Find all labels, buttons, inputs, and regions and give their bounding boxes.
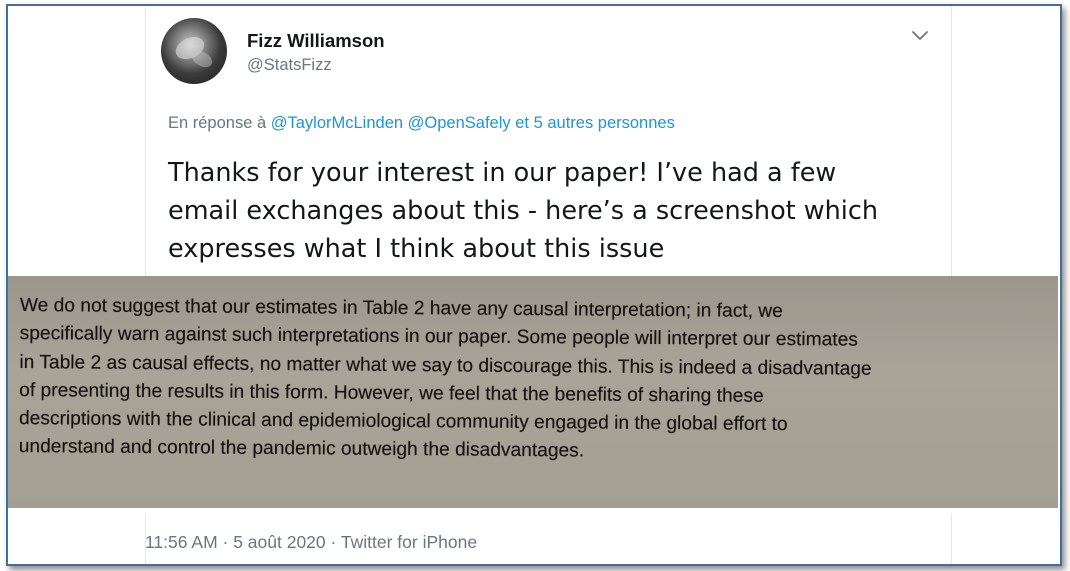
mention-link[interactable]: @OpenSafely [408, 114, 511, 132]
meta-separator: · [325, 532, 341, 552]
reply-prefix: En réponse à [168, 114, 267, 132]
timestamp-link[interactable]: 11:56 AM [145, 532, 218, 552]
column-divider [145, 6, 146, 282]
tweet-line: expresses what I think about this issue [168, 234, 665, 264]
column-divider [951, 6, 952, 282]
date-link[interactable]: 5 août 2020 [233, 532, 325, 552]
tweet-text: Thanks for your interest in our paper! I… [168, 154, 948, 268]
author-handle[interactable]: @StatsFizz [247, 56, 332, 75]
attached-photo[interactable]: We do not suggest that our estimates in … [8, 276, 1058, 508]
mention-link[interactable]: @TaylorMcLinden [271, 114, 403, 132]
avatar[interactable] [161, 18, 227, 84]
source-link[interactable]: Twitter for iPhone [341, 532, 477, 552]
others-link[interactable]: et 5 autres personnes [515, 114, 675, 132]
tweet-line: email exchanges about this - here’s a sc… [168, 196, 879, 226]
reply-context: En réponse à @TaylorMcLinden @OpenSafely… [168, 114, 675, 133]
photo-text: We do not suggest that our estimates in … [19, 292, 1050, 470]
tweet-meta: 11:56 AM · 5 août 2020 · Twitter for iPh… [145, 532, 477, 553]
chevron-down-icon[interactable] [910, 28, 930, 42]
author-name[interactable]: Fizz Williamson [247, 30, 385, 52]
column-divider [951, 514, 952, 564]
tweet-line: Thanks for your interest in our paper! I… [168, 158, 837, 188]
meta-separator: · [217, 532, 234, 552]
avatar-photo-detail [188, 47, 216, 71]
